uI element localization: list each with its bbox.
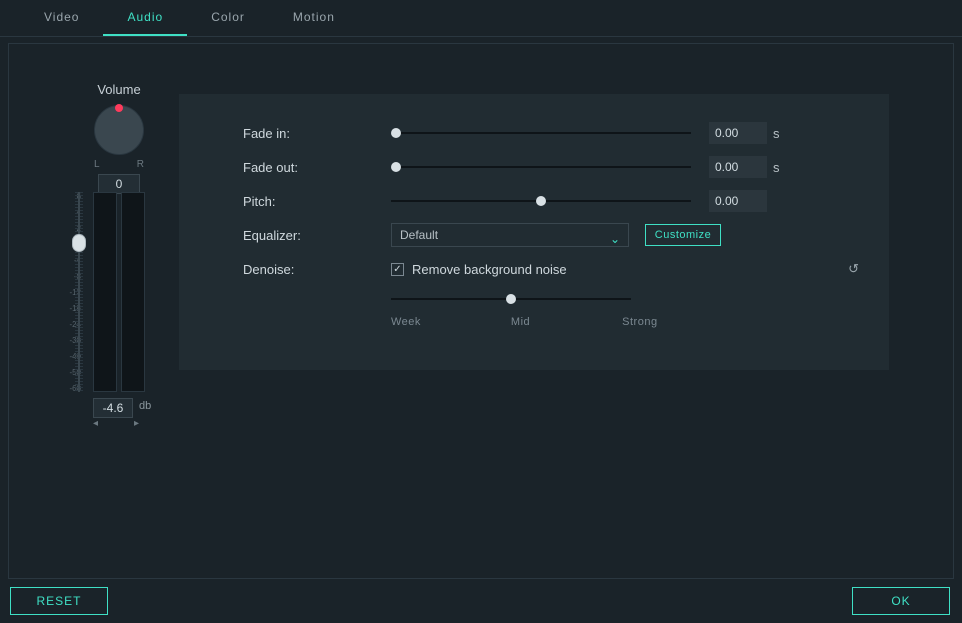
vu-bar-right bbox=[121, 192, 145, 392]
pan-right-label: R bbox=[137, 159, 144, 170]
fade-out-unit: s bbox=[773, 160, 780, 175]
ok-button[interactable]: OK bbox=[852, 587, 950, 615]
fade-out-slider-thumb[interactable] bbox=[391, 162, 401, 172]
fade-in-label: Fade in: bbox=[243, 126, 391, 141]
tab-motion[interactable]: Motion bbox=[269, 0, 359, 36]
pan-left-label: L bbox=[94, 159, 100, 170]
pan-lr-labels: L R bbox=[94, 159, 144, 170]
next-arrow-icon[interactable]: ▸ bbox=[134, 418, 139, 429]
pitch-value-input[interactable]: 0.00 bbox=[709, 190, 767, 212]
equalizer-label: Equalizer: bbox=[243, 228, 391, 243]
pan-knob[interactable] bbox=[94, 105, 144, 155]
tab-video[interactable]: Video bbox=[20, 0, 103, 36]
fade-out-row: Fade out: 0.00 s bbox=[243, 150, 869, 184]
tab-audio[interactable]: Audio bbox=[103, 0, 187, 36]
volume-fader-handle[interactable] bbox=[72, 234, 86, 252]
denoise-label: Denoise: bbox=[243, 262, 391, 277]
denoise-weak-label: Week bbox=[391, 316, 421, 328]
db-unit-label: db bbox=[139, 400, 151, 412]
pitch-slider-thumb[interactable] bbox=[536, 196, 546, 206]
denoise-strong-label: Strong bbox=[622, 316, 657, 328]
audio-form: Fade in: 0.00 s Fade out: 0.00 s Pitch: bbox=[179, 94, 889, 370]
vu-bar-left bbox=[93, 192, 117, 392]
footer: RESET OK bbox=[8, 587, 954, 615]
fade-in-row: Fade in: 0.00 s bbox=[243, 116, 869, 150]
denoise-slider-thumb[interactable] bbox=[506, 294, 516, 304]
pan-value-input[interactable]: 0 bbox=[98, 174, 140, 194]
audio-panel: Volume L R 0 6 4 2 0 -4 -8 -12 -18 -24 -… bbox=[8, 43, 954, 579]
pitch-label: Pitch: bbox=[243, 194, 391, 209]
reset-icon[interactable]: ↺ bbox=[848, 261, 859, 277]
fade-in-slider-thumb[interactable] bbox=[391, 128, 401, 138]
vu-meter: 6 4 2 0 -4 -8 -12 -18 -24 -30 -40 -50 -6… bbox=[59, 192, 159, 427]
reset-button[interactable]: RESET bbox=[10, 587, 108, 615]
denoise-mid-label: Mid bbox=[511, 316, 530, 328]
denoise-level-labels: Week Mid Strong bbox=[391, 316, 691, 328]
denoise-checkbox-label: Remove background noise bbox=[412, 262, 567, 277]
denoise-checkbox[interactable]: ✓ bbox=[391, 263, 404, 276]
fade-out-slider[interactable] bbox=[391, 160, 691, 174]
equalizer-select[interactable]: Default ⌄ bbox=[391, 223, 629, 247]
prev-arrow-icon[interactable]: ◂ bbox=[93, 418, 98, 429]
fade-in-unit: s bbox=[773, 126, 780, 141]
pitch-slider[interactable] bbox=[391, 194, 691, 208]
db-value-input[interactable]: -4.6 bbox=[93, 398, 133, 418]
volume-title: Volume bbox=[64, 82, 174, 97]
denoise-slider-section: Week Mid Strong bbox=[391, 292, 869, 328]
fade-out-label: Fade out: bbox=[243, 160, 391, 175]
tab-color[interactable]: Color bbox=[187, 0, 269, 36]
denoise-row: Denoise: ✓ Remove background noise ↺ bbox=[243, 252, 869, 286]
fade-in-value-input[interactable]: 0.00 bbox=[709, 122, 767, 144]
pitch-row: Pitch: 0.00 bbox=[243, 184, 869, 218]
customize-button[interactable]: Customize bbox=[645, 224, 721, 246]
fade-in-slider[interactable] bbox=[391, 126, 691, 140]
volume-section: Volume L R 0 bbox=[64, 82, 174, 194]
denoise-level-slider[interactable] bbox=[391, 292, 631, 306]
tab-bar: Video Audio Color Motion bbox=[0, 0, 962, 37]
equalizer-row: Equalizer: Default ⌄ Customize bbox=[243, 218, 869, 252]
equalizer-selected-value: Default bbox=[400, 228, 438, 242]
vu-level-bars bbox=[93, 192, 145, 392]
fade-out-value-input[interactable]: 0.00 bbox=[709, 156, 767, 178]
chevron-down-icon: ⌄ bbox=[610, 228, 620, 250]
